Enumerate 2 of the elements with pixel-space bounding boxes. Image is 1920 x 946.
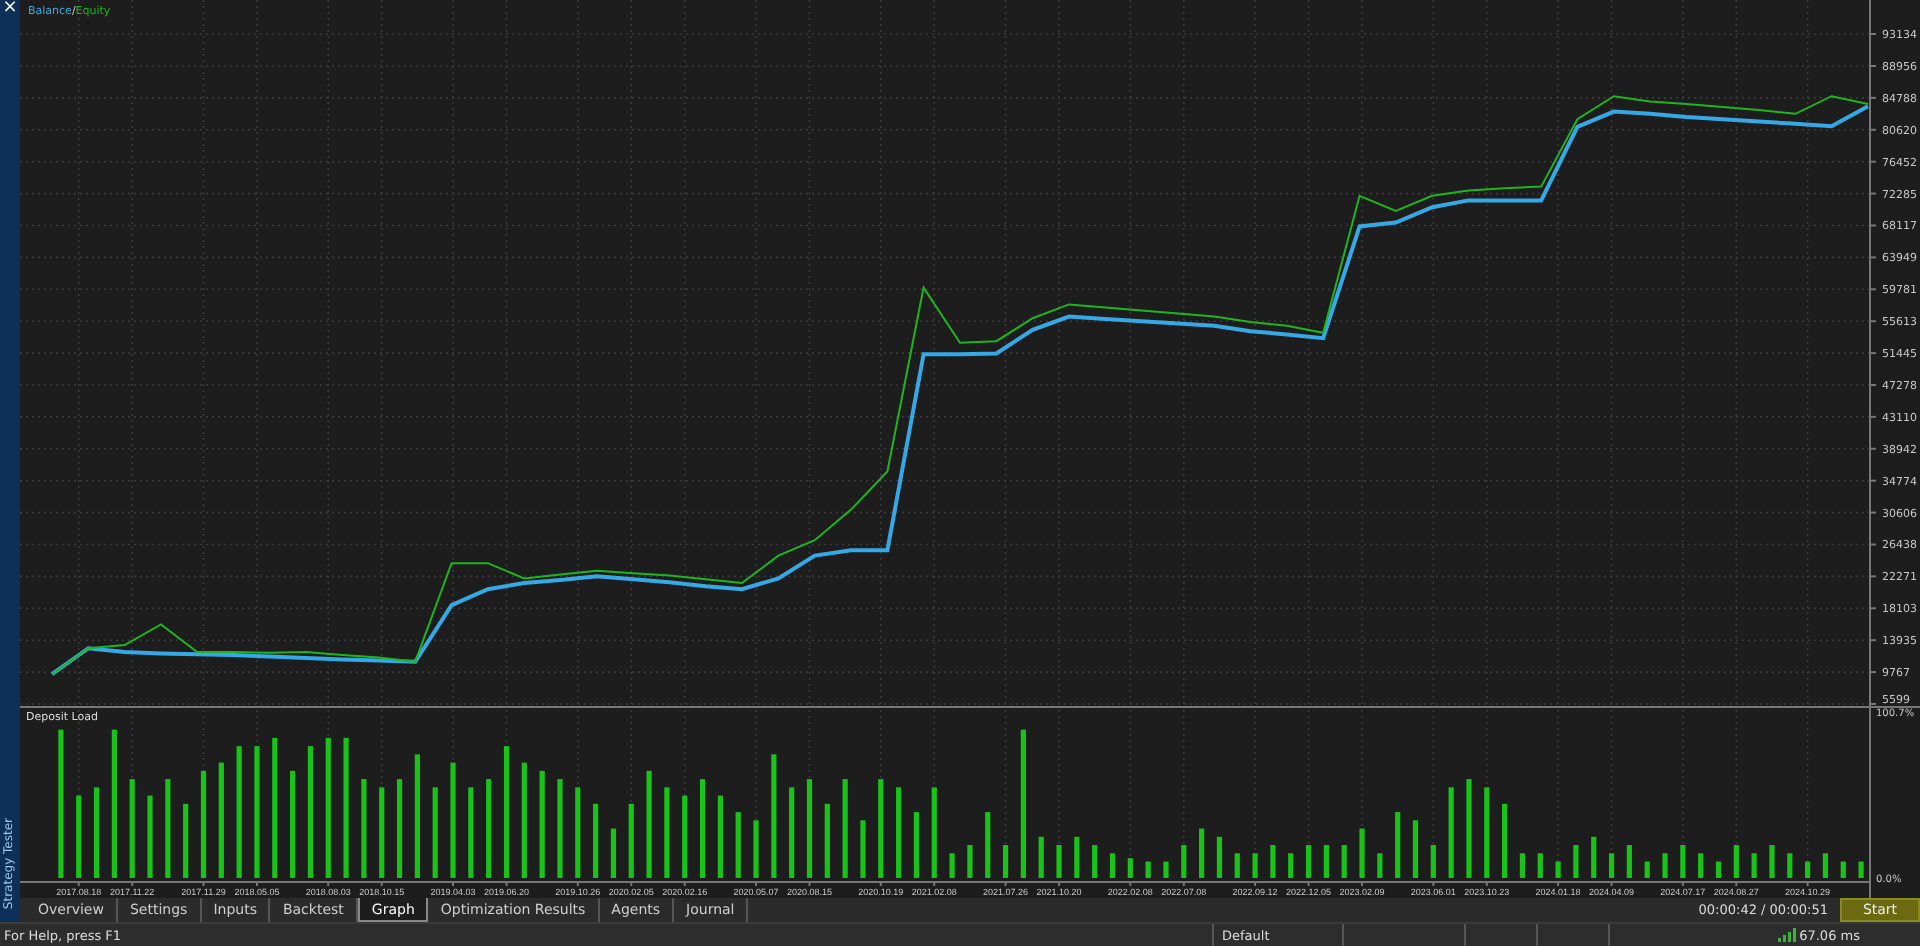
signal-icon <box>1777 928 1796 942</box>
close-button[interactable]: × <box>2 0 18 18</box>
